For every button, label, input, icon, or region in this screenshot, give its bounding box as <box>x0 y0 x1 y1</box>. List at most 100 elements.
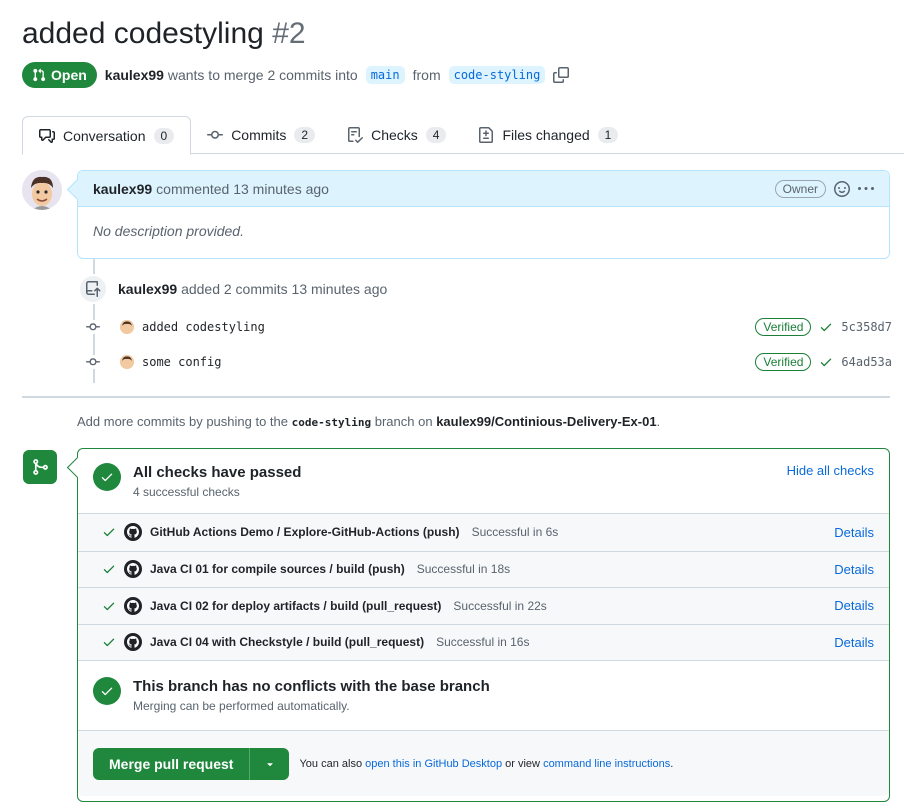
check-name: Java CI 04 with Checkstyle / build (pull… <box>150 635 425 650</box>
check-icon <box>103 602 115 610</box>
comment-author[interactable]: kaulex99 <box>93 181 152 197</box>
list-item: some config Verified 64ad53a <box>84 350 892 374</box>
check-status: Successful in 16s <box>436 635 530 650</box>
tab-counter: 2 <box>294 127 316 143</box>
triangle-down-icon <box>267 762 273 766</box>
state-label: Open <box>51 67 87 83</box>
check-row: GitHub Actions Demo / Explore-GitHub-Act… <box>78 514 889 551</box>
avatar[interactable] <box>22 170 62 210</box>
tab-label: Conversation <box>63 127 146 144</box>
check-icon <box>103 565 115 574</box>
push-hint-branch: code-styling <box>291 416 372 429</box>
from-text: from <box>412 67 441 83</box>
merge-footer: Merge pull request You can also open thi… <box>78 731 889 796</box>
merge-box: All checks have passed 4 successful chec… <box>77 448 890 802</box>
commit-sha[interactable]: 5c358d7 <box>841 320 892 334</box>
git-commit-icon <box>84 355 102 369</box>
check-icon <box>103 638 115 647</box>
git-merge-icon <box>23 450 57 484</box>
check-status: Successful in 22s <box>453 598 547 613</box>
check-name: GitHub Actions Demo / Explore-GitHub-Act… <box>150 525 460 540</box>
pr-title: added codestyling <box>22 17 264 50</box>
push-hint-repo: kaulex99/Continious-Delivery-Ex-01 <box>436 414 657 429</box>
tab-counter: 1 <box>597 127 619 143</box>
github-desktop-link[interactable]: open this in GitHub Desktop <box>365 758 502 770</box>
push-hint-middle: branch on <box>374 414 433 429</box>
check-row: Java CI 01 for compile sources / build (… <box>78 550 889 588</box>
github-logo-icon <box>124 596 142 615</box>
tab-label: Checks <box>371 127 418 143</box>
pr-author-link[interactable]: kaulex99 <box>105 67 164 83</box>
kebab-horizontal-icon[interactable] <box>858 181 874 197</box>
pr-meta: Open kaulex99 wants to merge 2 commits i… <box>22 62 570 88</box>
command-line-link[interactable]: command line instructions <box>543 758 670 770</box>
also-text: You can also <box>299 757 363 770</box>
check-status: Successful in 18s <box>416 562 511 577</box>
commit-message[interactable]: added codestyling <box>142 320 265 334</box>
event-text: added 2 commits 13 minutes ago <box>181 281 388 297</box>
check-icon <box>103 528 115 537</box>
tab-label: Files changed <box>502 127 590 143</box>
github-logo-icon <box>124 633 142 652</box>
check-status: Successful in 6s <box>471 525 559 540</box>
merge-description: kaulex99 wants to merge 2 commits into <box>105 67 358 83</box>
file-diff-icon <box>478 127 494 143</box>
checklist-icon <box>347 127 364 143</box>
tab-conversation[interactable]: Conversation 0 <box>22 116 192 155</box>
event-author[interactable]: kaulex99 <box>118 281 177 297</box>
details-link[interactable]: Details <box>834 635 874 650</box>
checks-title: All checks have passed <box>133 464 302 481</box>
divider <box>22 396 890 398</box>
state-badge: Open <box>22 62 97 88</box>
pull-request-icon <box>33 68 46 82</box>
comment-header: kaulex99 commented 13 minutes ago Owner <box>78 171 889 207</box>
tab-files-changed[interactable]: Files changed 1 <box>462 116 634 154</box>
verified-badge[interactable]: Verified <box>755 318 812 336</box>
commit-message[interactable]: some config <box>142 355 221 369</box>
commits-event: kaulex99 added 2 commits 13 minutes ago <box>78 274 387 304</box>
check-name: Java CI 01 for compile sources / build (… <box>150 562 405 577</box>
avatar[interactable] <box>120 355 134 369</box>
tab-counter: 4 <box>425 127 447 143</box>
merge-options-dropdown[interactable] <box>249 747 289 780</box>
merge-pull-request-button[interactable]: Merge pull request <box>93 748 249 780</box>
github-logo-icon <box>124 560 142 579</box>
comment-discussion-icon <box>39 128 55 144</box>
or-view-text: or view <box>505 757 540 770</box>
details-link[interactable]: Details <box>834 562 874 577</box>
check-circle-icon <box>93 677 121 705</box>
conflicts-section: This branch has no conflicts with the ba… <box>78 661 889 731</box>
git-commit-icon <box>84 320 102 334</box>
details-link[interactable]: Details <box>834 598 874 613</box>
github-logo-icon <box>124 523 142 542</box>
commit-sha[interactable]: 64ad53a <box>841 355 892 369</box>
list-item: added codestyling Verified 5c358d7 <box>84 315 892 339</box>
push-hint-prefix: Add more commits by pushing to the <box>77 414 288 429</box>
check-name: Java CI 02 for deploy artifacts / build … <box>150 598 442 613</box>
end-text: . <box>670 757 674 770</box>
checks-summary: All checks have passed 4 successful chec… <box>78 449 889 514</box>
hide-all-checks-link[interactable]: Hide all checks <box>787 463 874 478</box>
merge-text: wants to merge 2 commits into <box>167 67 358 83</box>
tab-checks[interactable]: Checks 4 <box>331 116 462 154</box>
check-icon <box>821 323 832 332</box>
head-branch[interactable]: code-styling <box>448 66 546 84</box>
check-row: Java CI 04 with Checkstyle / build (pull… <box>78 623 889 661</box>
tab-counter: 0 <box>153 127 175 144</box>
verified-badge[interactable]: Verified <box>755 353 812 371</box>
checks-list: GitHub Actions Demo / Explore-GitHub-Act… <box>78 514 889 661</box>
conflicts-title: This branch has no conflicts with the ba… <box>133 678 490 695</box>
details-link[interactable]: Details <box>834 525 874 540</box>
conflicts-subtitle: Merging can be performed automatically. <box>133 699 350 713</box>
tab-label: Commits <box>231 127 287 143</box>
git-commit-icon <box>207 127 224 143</box>
comment-timestamp[interactable]: commented 13 minutes ago <box>156 181 329 197</box>
comment-box: kaulex99 commented 13 minutes ago Owner … <box>77 170 890 259</box>
copy-icon[interactable] <box>553 67 570 83</box>
tab-commits[interactable]: Commits 2 <box>191 116 331 154</box>
base-branch[interactable]: main <box>365 66 405 84</box>
avatar[interactable] <box>120 320 134 334</box>
check-icon <box>821 358 832 367</box>
merge-alt-text: You can also open this in GitHub Desktop… <box>299 758 673 770</box>
smiley-icon[interactable] <box>834 180 850 197</box>
